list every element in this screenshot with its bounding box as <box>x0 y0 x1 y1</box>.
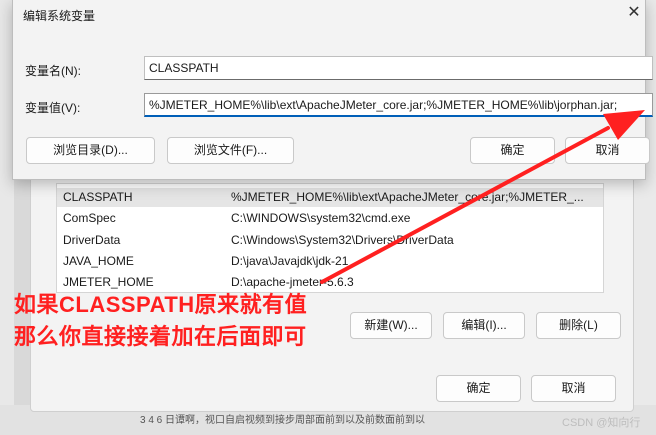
arrow-head <box>603 110 645 140</box>
red-arrow-annotation <box>320 110 645 284</box>
annotation-line-1: 如果CLASSPATH原来就有值 <box>14 292 308 317</box>
annotation-line-2: 那么你直接接着加在后面即可 <box>14 324 307 349</box>
arrow-line <box>320 126 610 284</box>
